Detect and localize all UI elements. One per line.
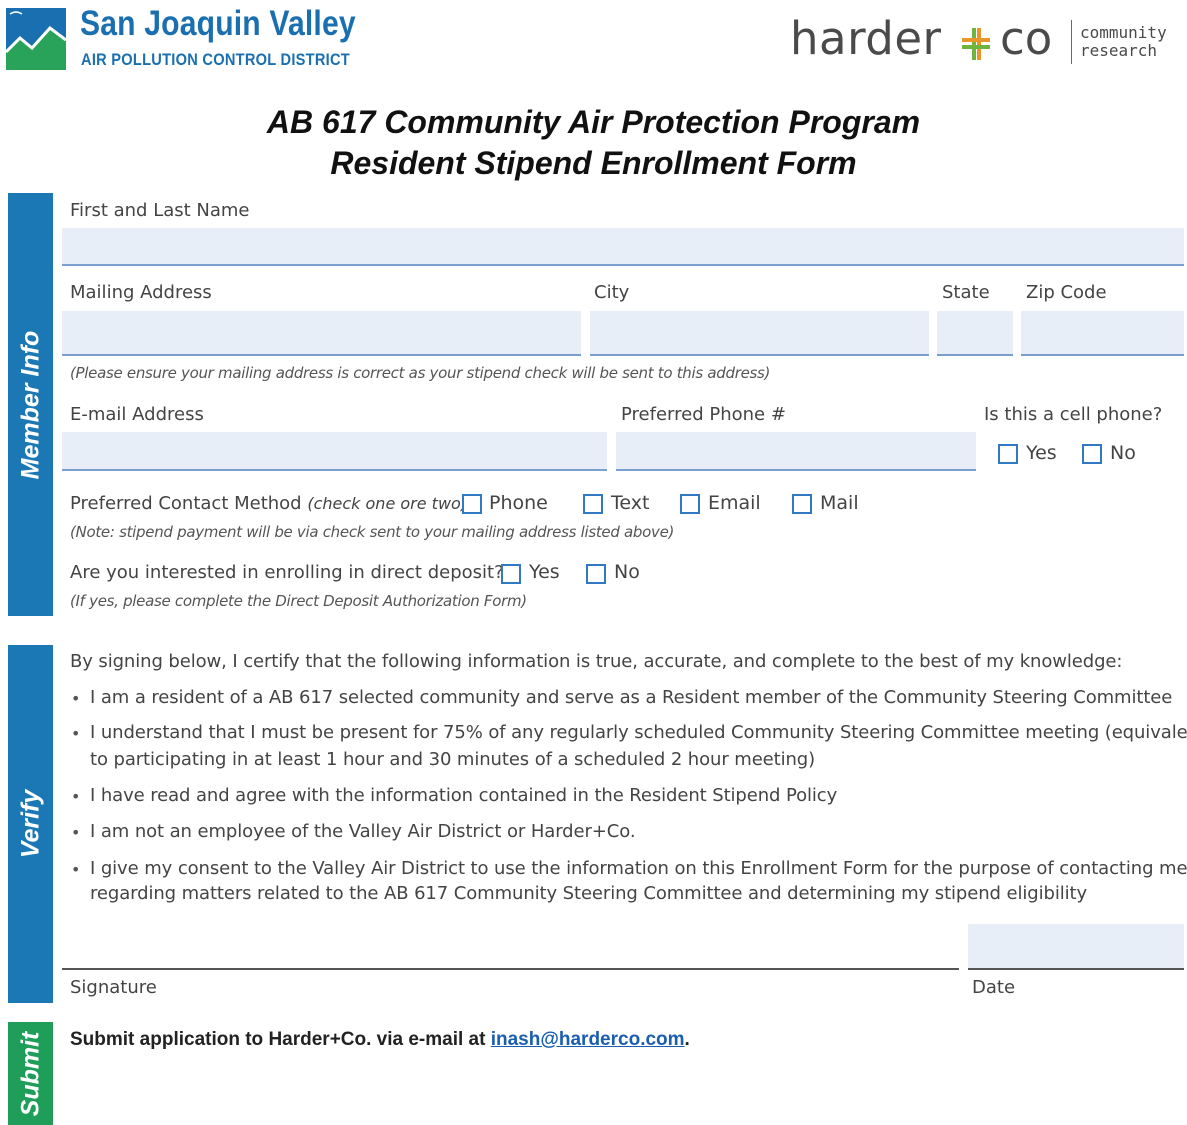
mailing-address-field[interactable] <box>62 311 581 356</box>
address-note: (Please ensure your mailing address is c… <box>70 364 771 382</box>
partner-logo-divider <box>1071 20 1072 64</box>
contact-text-checkbox[interactable] <box>583 494 603 514</box>
form-title-line1: AB 617 Community Air Protection Program <box>266 104 921 140</box>
contact-method-hint: (check one ore two): <box>307 494 473 513</box>
city-field[interactable] <box>590 311 929 356</box>
bullet-marker: • <box>71 823 81 842</box>
phone-label: Preferred Phone # <box>621 404 786 425</box>
deposit-no-label: No <box>614 561 640 583</box>
zip-field[interactable] <box>1021 311 1184 356</box>
certification-intro: By signing below, I certify that the fol… <box>70 651 1123 672</box>
district-logo-icon <box>6 8 66 70</box>
bullet-marker: • <box>71 787 81 806</box>
cell-yes-checkbox[interactable] <box>998 444 1018 464</box>
certification-item-cont: regarding matters related to the AB 617 … <box>90 883 1088 904</box>
submit-text-end: . <box>684 1029 690 1050</box>
contact-method-text: Preferred Contact Method <box>70 493 302 514</box>
certification-item: I give my consent to the Valley Air Dist… <box>90 858 1187 879</box>
state-label: State <box>942 282 990 303</box>
section-tab-submit: Submit <box>8 1022 53 1125</box>
contact-phone-checkbox[interactable] <box>462 494 482 514</box>
deposit-no-checkbox[interactable] <box>586 564 606 584</box>
mailing-address-label: Mailing Address <box>70 282 212 303</box>
submit-instructions: Submit application to Harder+Co. via e-m… <box>70 1029 690 1051</box>
bullet-marker: • <box>71 724 81 743</box>
email-field[interactable] <box>62 432 607 471</box>
city-label: City <box>594 282 630 303</box>
email-label: E-mail Address <box>70 404 204 425</box>
partner-logo-word: harder <box>790 12 942 65</box>
section-label-member-info: Member Info <box>16 330 44 479</box>
date-label: Date <box>972 977 1016 998</box>
deposit-yes-checkbox[interactable] <box>501 564 521 584</box>
certification-item: I am not an employee of the Valley Air D… <box>90 821 636 842</box>
partner-tagline-1: community <box>1080 23 1167 42</box>
name-field[interactable] <box>62 228 1184 266</box>
state-field[interactable] <box>937 311 1013 356</box>
contact-email-checkbox[interactable] <box>680 494 700 514</box>
cell-no-checkbox[interactable] <box>1082 444 1102 464</box>
partner-logo-word-co: co <box>1000 12 1053 65</box>
cell-no-label: No <box>1110 442 1136 464</box>
contact-phone-label: Phone <box>489 492 548 514</box>
district-subtitle: AIR POLLUTION CONTROL DISTRICT <box>81 50 351 69</box>
contact-email-label: Email <box>708 492 761 514</box>
direct-deposit-note: (If yes, please complete the Direct Depo… <box>70 592 527 610</box>
date-field[interactable] <box>968 924 1184 970</box>
contact-mail-label: Mail <box>820 492 859 514</box>
submit-email-link[interactable]: inash@harderco.com <box>491 1029 685 1050</box>
certification-item-cont: to participating in at least 1 hour and … <box>90 749 816 770</box>
cell-yes-label: Yes <box>1026 442 1057 464</box>
form-title-line2: Resident Stipend Enrollment Form <box>330 145 857 181</box>
submit-text: Submit application to Harder+Co. via e-m… <box>70 1029 491 1050</box>
name-label: First and Last Name <box>70 200 250 221</box>
certification-item: I have read and agree with the informati… <box>90 785 838 806</box>
section-label-verify: Verify <box>16 789 44 859</box>
signature-line[interactable] <box>62 968 959 970</box>
certification-item: I am a resident of a AB 617 selected com… <box>90 687 1173 708</box>
cell-question-label: Is this a cell phone? <box>984 404 1163 425</box>
section-tab-member-info: Member Info <box>8 193 53 616</box>
bullet-marker: • <box>71 689 81 708</box>
section-tab-verify: Verify <box>8 645 53 1003</box>
district-name: San Joaquin Valley <box>80 4 356 43</box>
signature-label: Signature <box>70 977 157 998</box>
deposit-yes-label: Yes <box>529 561 560 583</box>
bullet-marker: • <box>71 860 81 879</box>
contact-note: (Note: stipend payment will be via check… <box>70 523 675 541</box>
plus-icon <box>962 28 990 60</box>
phone-field[interactable] <box>616 432 976 471</box>
contact-method-label: Preferred Contact Method (check one ore … <box>70 493 472 514</box>
contact-text-label: Text <box>611 492 650 514</box>
section-label-submit: Submit <box>16 1031 44 1116</box>
certification-item: I understand that I must be present for … <box>90 722 1187 743</box>
zip-label: Zip Code <box>1026 282 1107 303</box>
direct-deposit-label: Are you interested in enrolling in direc… <box>70 562 504 583</box>
partner-tagline-2: research <box>1080 41 1158 60</box>
contact-mail-checkbox[interactable] <box>792 494 812 514</box>
